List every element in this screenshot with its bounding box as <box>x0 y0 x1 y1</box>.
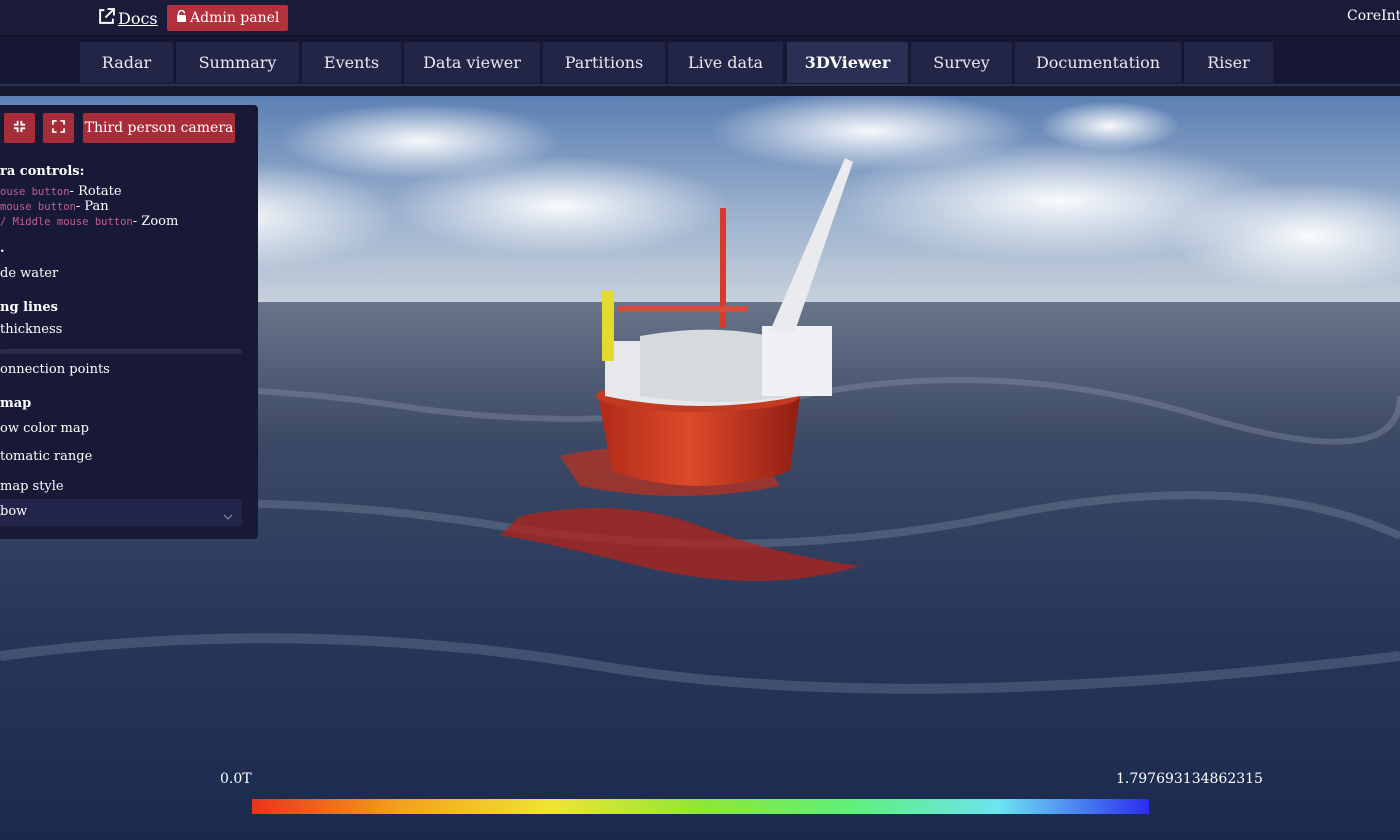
tab-summary[interactable]: Summary <box>176 42 299 83</box>
expand-icon <box>52 119 65 137</box>
line-thickness-slider[interactable] <box>0 349 242 354</box>
connection-points-toggle[interactable]: onnection points <box>0 362 110 377</box>
control-pan: mouse button- Pan <box>0 199 109 214</box>
tab-radar[interactable]: Radar <box>80 42 173 83</box>
tab-survey[interactable]: Survey <box>911 42 1012 83</box>
shrink-view-button[interactable] <box>4 113 35 143</box>
viewer-control-panel: Third person camera ra controls: ouse bu… <box>0 105 258 539</box>
tab-documentation[interactable]: Documentation <box>1015 42 1181 83</box>
lock-icon <box>176 9 187 26</box>
legend-min-value: 0.0T <box>220 771 252 787</box>
hide-water-toggle[interactable]: de water <box>0 266 58 281</box>
color-scale-bar <box>252 799 1149 814</box>
camera-controls-title: ra controls: <box>0 164 85 179</box>
color-map-style-select[interactable]: bow <box>0 499 242 526</box>
chevron-down-icon <box>223 507 233 520</box>
top-bar: Docs Admin panel CoreInte <box>0 0 1400 37</box>
tab-live-data[interactable]: Live data <box>668 42 783 83</box>
admin-panel-label: Admin panel <box>190 10 280 26</box>
brand-name: CoreInte <box>1347 8 1400 24</box>
tab-partitions[interactable]: Partitions <box>543 42 665 83</box>
compress-icon <box>13 120 26 137</box>
color-map-style-value: bow <box>0 504 28 519</box>
color-map-title: map <box>0 396 32 411</box>
show-color-map-toggle[interactable]: ow color map <box>0 421 89 436</box>
control-zoom: / Middle mouse button- Zoom <box>0 214 179 229</box>
tab-bar: Radar Summary Events Data viewer Partiti… <box>0 39 1400 86</box>
automatic-range-toggle[interactable]: tomatic range <box>0 449 92 464</box>
tab-3dviewer[interactable]: 3DViewer <box>787 42 908 83</box>
docs-label: Docs <box>118 9 158 28</box>
mooring-lines-title: ng lines <box>0 300 58 315</box>
admin-panel-button[interactable]: Admin panel <box>167 5 289 31</box>
color-map-style-label: map style <box>0 479 64 494</box>
external-link-icon <box>98 8 115 29</box>
line-thickness-label: thickness <box>0 322 63 337</box>
third-person-camera-button[interactable]: Third person camera <box>83 113 235 143</box>
tab-riser[interactable]: Riser <box>1184 42 1273 83</box>
fullscreen-button[interactable] <box>43 113 74 143</box>
docs-link[interactable]: Docs <box>98 8 158 29</box>
tab-data-viewer[interactable]: Data viewer <box>404 42 540 83</box>
legend-max-value: 1.7976931348623157e <box>1116 771 1262 787</box>
water-section-title: . <box>0 241 5 256</box>
control-rotate: ouse button- Rotate <box>0 184 122 199</box>
tab-events[interactable]: Events <box>302 42 401 83</box>
